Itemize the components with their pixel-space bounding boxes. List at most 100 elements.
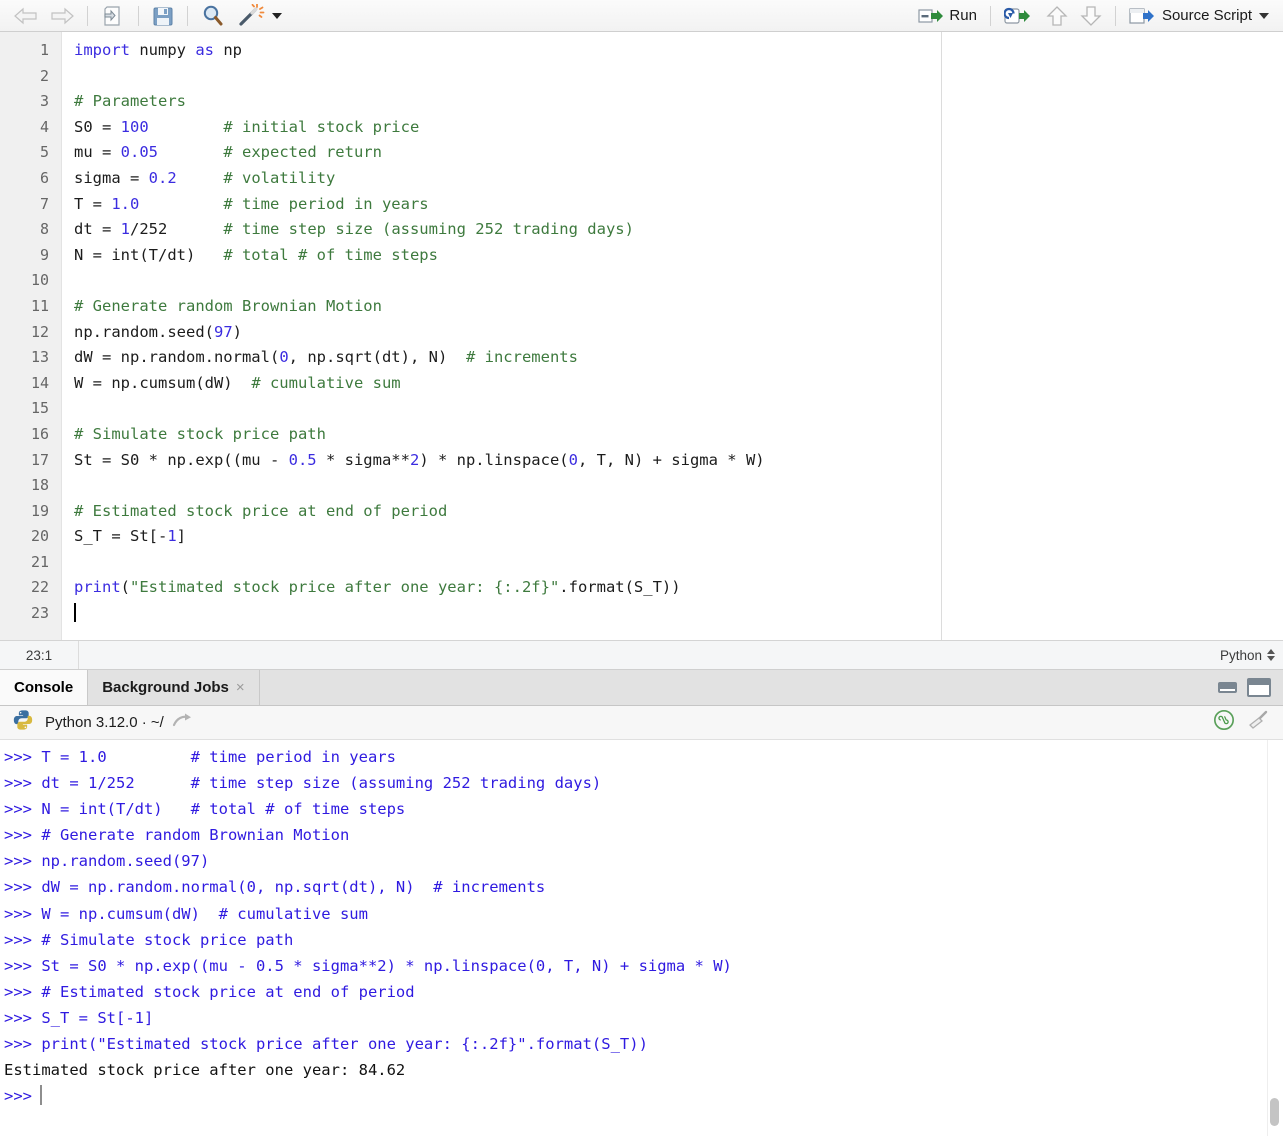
close-icon[interactable]: ×: [236, 679, 245, 696]
forward-arrow-icon[interactable]: [44, 3, 80, 29]
toolbar-divider: [187, 6, 188, 26]
maximize-panel-icon[interactable]: [1247, 678, 1271, 697]
console-input-line: >>> W = np.cumsum(dW) # cumulative sum: [4, 901, 1283, 927]
line-number: 1: [0, 38, 61, 64]
console-pane: Console Background Jobs × Python 3.12.0 …: [0, 670, 1283, 1136]
code-tools-wand-icon[interactable]: [231, 3, 288, 29]
code-line[interactable]: [62, 64, 1283, 90]
code-line[interactable]: [62, 601, 1283, 627]
toolbar-right-group: Run: [912, 3, 1275, 29]
line-number: 22: [0, 575, 61, 601]
code-line[interactable]: N = int(T/dt) # total # of time steps: [62, 243, 1283, 269]
console-input-line: >>> St = S0 * np.exp((mu - 0.5 * sigma**…: [4, 953, 1283, 979]
editor-margin-divider: [941, 32, 942, 640]
code-line[interactable]: print("Estimated stock price after one y…: [62, 575, 1283, 601]
source-script-label: Source Script: [1162, 7, 1252, 24]
chevron-down-icon[interactable]: [1259, 13, 1269, 19]
console-prompt: >>>: [4, 983, 41, 1001]
line-number: 4: [0, 115, 61, 141]
toolbar-divider: [87, 6, 88, 26]
broom-clear-console-icon[interactable]: [1247, 709, 1271, 736]
console-prompt: >>>: [4, 774, 41, 792]
console-input-line: >>> T = 1.0 # time period in years: [4, 744, 1283, 770]
code-line[interactable]: [62, 396, 1283, 422]
minimize-panel-icon[interactable]: [1218, 682, 1237, 693]
code-line[interactable]: dt = 1/252 # time step size (assuming 25…: [62, 217, 1283, 243]
console-output-line: Estimated stock price after one year: 84…: [4, 1057, 1283, 1083]
open-file-icon[interactable]: [95, 3, 131, 29]
console-prompt: >>>: [4, 878, 41, 896]
rerun-icon[interactable]: [998, 3, 1040, 29]
code-line[interactable]: St = S0 * np.exp((mu - 0.5 * sigma**2) *…: [62, 448, 1283, 474]
code-line[interactable]: import numpy as np: [62, 38, 1283, 64]
console-prompt: >>>: [4, 905, 41, 923]
line-number: 10: [0, 268, 61, 294]
console-prompt: >>>: [4, 748, 41, 766]
code-line[interactable]: [62, 473, 1283, 499]
tab-console[interactable]: Console: [0, 670, 88, 705]
console-prompt: >>>: [4, 852, 41, 870]
code-line[interactable]: [62, 550, 1283, 576]
code-line[interactable]: dW = np.random.normal(0, np.sqrt(dt), N)…: [62, 345, 1283, 371]
code-line[interactable]: # Simulate stock price path: [62, 422, 1283, 448]
console-prompt: >>>: [4, 800, 41, 818]
save-icon[interactable]: [146, 3, 180, 29]
python-logo-icon: [12, 709, 34, 736]
code-line[interactable]: S0 = 100 # initial stock price: [62, 115, 1283, 141]
source-script-button[interactable]: Source Script: [1123, 3, 1275, 29]
scrollbar-thumb[interactable]: [1270, 1098, 1279, 1126]
console-output-text: Estimated stock price after one year: 84…: [4, 1057, 405, 1083]
run-button[interactable]: Run: [912, 3, 983, 29]
code-line[interactable]: W = np.cumsum(dW) # cumulative sum: [62, 371, 1283, 397]
code-line[interactable]: # Generate random Brownian Motion: [62, 294, 1283, 320]
console-input-line: >>> S_T = St[-1]: [4, 1005, 1283, 1031]
busy-infinity-icon[interactable]: [1213, 709, 1235, 736]
updown-chevron-icon[interactable]: [1267, 649, 1275, 661]
console-active-prompt[interactable]: >>>: [4, 1083, 1283, 1109]
chunk-down-icon[interactable]: [1074, 3, 1108, 29]
console-scrollbar[interactable]: [1267, 740, 1280, 1136]
code-line[interactable]: # Estimated stock price at end of period: [62, 499, 1283, 525]
open-in-new-window-icon[interactable]: [172, 712, 192, 733]
code-line[interactable]: # Parameters: [62, 89, 1283, 115]
console-input-line: >>> print("Estimated stock price after o…: [4, 1031, 1283, 1057]
code-line[interactable]: S_T = St[-1]: [62, 524, 1283, 550]
code-line[interactable]: [62, 268, 1283, 294]
console-input-line: >>> # Estimated stock price at end of pe…: [4, 979, 1283, 1005]
line-number: 19: [0, 499, 61, 525]
source-editor[interactable]: 1234567891011121314151617181920212223 im…: [0, 32, 1283, 640]
console-header-actions: [1213, 709, 1271, 736]
line-number: 20: [0, 524, 61, 550]
back-arrow-icon[interactable]: [8, 3, 44, 29]
main-toolbar: Run: [0, 0, 1283, 32]
search-icon[interactable]: [195, 3, 231, 29]
line-number: 18: [0, 473, 61, 499]
console-tabbar: Console Background Jobs ×: [0, 670, 1283, 706]
language-selector[interactable]: Python: [1220, 648, 1283, 663]
code-line[interactable]: T = 1.0 # time period in years: [62, 192, 1283, 218]
console-text-caret: [40, 1085, 42, 1105]
toolbar-left-group: [8, 3, 288, 29]
line-number: 2: [0, 64, 61, 90]
console-header: Python 3.12.0 · ~/: [0, 706, 1283, 740]
console-session-title: Python 3.12.0 · ~/: [45, 714, 164, 731]
code-line[interactable]: sigma = 0.2 # volatility: [62, 166, 1283, 192]
line-number: 3: [0, 89, 61, 115]
chunk-up-icon[interactable]: [1040, 3, 1074, 29]
line-number: 9: [0, 243, 61, 269]
line-number: 11: [0, 294, 61, 320]
language-label: Python: [1220, 648, 1262, 663]
line-number: 5: [0, 140, 61, 166]
chevron-down-icon[interactable]: [272, 13, 282, 19]
line-number: 16: [0, 422, 61, 448]
toolbar-divider: [138, 6, 139, 26]
code-area[interactable]: import numpy as np # ParametersS0 = 100 …: [62, 32, 1283, 640]
console-output[interactable]: >>> T = 1.0 # time period in years>>> dt…: [0, 740, 1283, 1136]
line-number: 7: [0, 192, 61, 218]
console-prompt: >>>: [4, 1087, 32, 1105]
tab-background-jobs[interactable]: Background Jobs ×: [88, 670, 259, 705]
code-line[interactable]: mu = 0.05 # expected return: [62, 140, 1283, 166]
console-input-line: >>> N = int(T/dt) # total # of time step…: [4, 796, 1283, 822]
code-line[interactable]: np.random.seed(97): [62, 320, 1283, 346]
line-number: 8: [0, 217, 61, 243]
